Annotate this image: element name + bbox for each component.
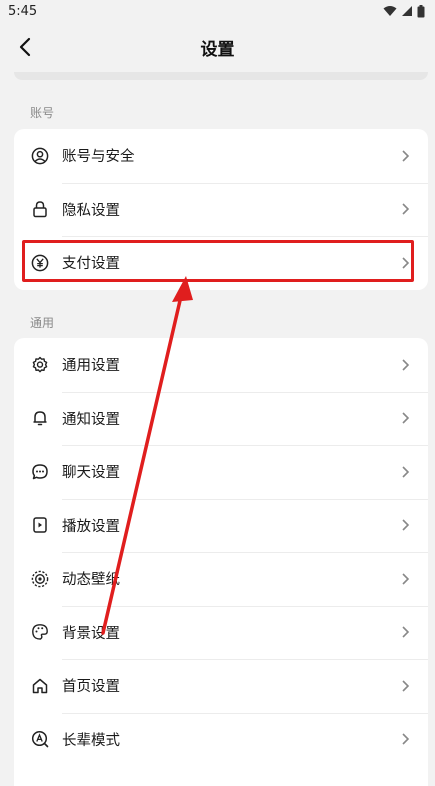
chevron-right-icon — [402, 150, 410, 162]
settings-item-label: 支付设置 — [62, 256, 120, 273]
settings-item-payment[interactable]: 支付设置 — [14, 236, 428, 290]
settings-item-label: 聊天设置 — [62, 465, 120, 482]
dynamic-wallpaper-icon — [30, 569, 50, 589]
settings-item-playback[interactable]: 播放设置 — [14, 498, 428, 553]
chat-bubble-icon — [30, 462, 50, 482]
battery-icon — [417, 4, 425, 17]
general-settings-card: 通用设置 通知设置 聊天设置 播放设置 动态壁纸 背景设置 首页设置 长辈模式 — [14, 338, 428, 786]
status-icons — [383, 4, 425, 18]
chevron-right-icon — [402, 733, 410, 745]
settings-item-label: 通知设置 — [62, 411, 120, 428]
home-icon — [30, 676, 50, 696]
settings-item-elder-mode[interactable]: 长辈模式 — [14, 712, 428, 767]
chevron-right-icon — [402, 573, 410, 585]
settings-item-homepage[interactable]: 首页设置 — [14, 659, 428, 713]
settings-item-label: 播放设置 — [62, 518, 120, 535]
play-device-icon — [30, 515, 50, 535]
settings-item-label: 首页设置 — [62, 679, 120, 696]
previous-card-edge — [14, 72, 428, 80]
settings-item-label: 通用设置 — [62, 358, 120, 375]
chevron-right-icon — [402, 257, 410, 269]
chevron-right-icon — [402, 466, 410, 478]
settings-item-label: 背景设置 — [62, 625, 120, 642]
settings-item-background[interactable]: 背景设置 — [14, 605, 428, 660]
yuan-icon — [30, 253, 50, 273]
gear-icon — [30, 355, 50, 375]
palette-icon — [30, 622, 50, 642]
chevron-right-icon — [402, 626, 410, 638]
page-title: 设置 — [200, 39, 235, 60]
status-time: 5:45 — [8, 3, 38, 19]
settings-item-account-security[interactable]: 账号与安全 — [14, 129, 428, 183]
back-arrow-icon — [19, 37, 31, 57]
elder-mode-icon — [30, 729, 50, 749]
settings-item-label: 长辈模式 — [62, 732, 120, 749]
chevron-right-icon — [402, 519, 410, 531]
settings-item-label: 账号与安全 — [62, 149, 135, 166]
back-button[interactable] — [12, 34, 38, 60]
settings-item-label: 隐私设置 — [62, 202, 120, 219]
section-label-general: 通用 — [30, 316, 55, 330]
settings-item-label: 动态壁纸 — [62, 572, 120, 589]
chevron-right-icon — [402, 359, 410, 371]
bell-icon — [30, 408, 50, 428]
nav-bar: 设置 — [0, 22, 435, 72]
wifi-icon — [383, 6, 397, 16]
user-circle-icon — [30, 146, 50, 166]
settings-item-chat[interactable]: 聊天设置 — [14, 445, 428, 499]
account-settings-card: 账号与安全 隐私设置 支付设置 — [14, 129, 428, 290]
signal-icon — [402, 6, 412, 16]
settings-item-dynamic-wallpaper[interactable]: 动态壁纸 — [14, 552, 428, 606]
lock-icon — [30, 199, 50, 219]
settings-item-general[interactable]: 通用设置 — [14, 338, 428, 392]
settings-item-notification[interactable]: 通知设置 — [14, 391, 428, 446]
status-bar: 5:45 — [0, 0, 435, 22]
chevron-right-icon — [402, 680, 410, 692]
chevron-right-icon — [402, 412, 410, 424]
section-label-account: 账号 — [30, 106, 55, 120]
settings-item-privacy[interactable]: 隐私设置 — [14, 182, 428, 237]
chevron-right-icon — [402, 203, 410, 215]
